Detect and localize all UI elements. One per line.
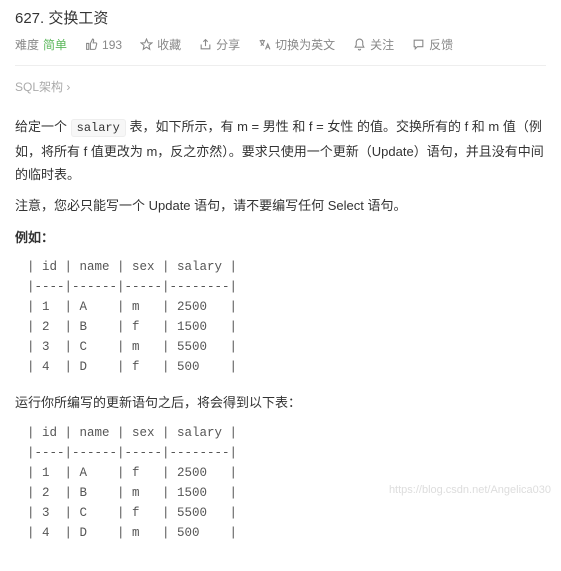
meta-bar: 难度 简单 193 收藏 分享 切换为英文 关注 反馈 — [15, 36, 546, 66]
example-heading: 例如： — [15, 226, 546, 249]
difficulty: 难度 简单 — [15, 36, 67, 53]
code-salary: salary — [71, 119, 126, 137]
problem-description: 给定一个 salary 表，如下所示，有 m = 男性 和 f = 女性 的值。… — [15, 115, 546, 543]
follow-button[interactable]: 关注 — [353, 36, 394, 53]
likes-button[interactable]: 193 — [85, 38, 122, 52]
likes-count: 193 — [102, 38, 122, 52]
favorite-button[interactable]: 收藏 — [140, 36, 181, 53]
share-button[interactable]: 分享 — [199, 36, 240, 53]
sql-schema-link[interactable]: SQL架构 › — [15, 78, 70, 95]
star-icon — [140, 38, 153, 51]
switch-lang-button[interactable]: 切换为英文 — [258, 36, 335, 53]
example-table-after: | id | name | sex | salary | |----|-----… — [15, 423, 546, 543]
desc-paragraph-2: 注意，您必只能写一个 Update 语句，请不要编写任何 Select 语句。 — [15, 194, 546, 217]
share-icon — [199, 38, 212, 51]
desc-paragraph-1: 给定一个 salary 表，如下所示，有 m = 男性 和 f = 女性 的值。… — [15, 115, 546, 186]
difficulty-label: 难度 — [15, 36, 39, 53]
bell-icon — [353, 38, 366, 51]
translate-icon — [258, 38, 271, 51]
thumbs-up-icon — [85, 38, 98, 51]
difficulty-value: 简单 — [43, 36, 67, 53]
feedback-icon — [412, 38, 425, 51]
problem-title: 627. 交换工资 — [15, 7, 546, 28]
after-text: 运行你所编写的更新语句之后，将会得到以下表： — [15, 391, 546, 414]
feedback-button[interactable]: 反馈 — [412, 36, 453, 53]
example-table-before: | id | name | sex | salary | |----|-----… — [15, 257, 546, 377]
